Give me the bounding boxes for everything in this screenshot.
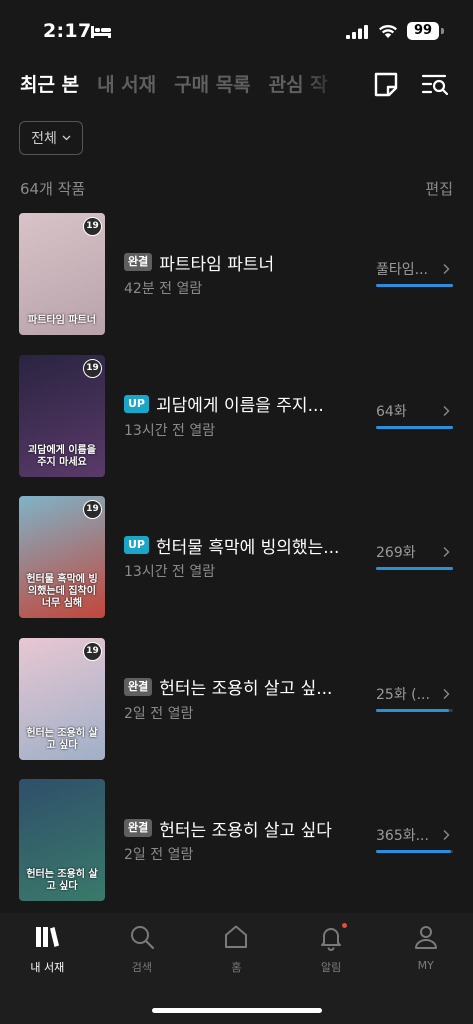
nav-label: 알림 [320, 961, 342, 974]
read-progress-bar [376, 284, 453, 287]
cover-title-art: 파트타임 파트너 [28, 315, 96, 326]
status-badge: UP [124, 394, 149, 413]
work-count: 64개 작품 [20, 180, 86, 198]
filter-label: 전체 [31, 131, 57, 147]
cover-title-art: 헌터물 흑막에 빙의했는데 집착이 너무 심해 [26, 574, 98, 609]
tab-recent[interactable]: 최근 본 [20, 68, 79, 102]
item-title-row: UP 괴담에게 이름을 주지... [124, 392, 354, 416]
chevron-right-icon [443, 688, 450, 699]
progress-label[interactable]: 25화 (... [376, 684, 436, 704]
item-title-row: 완결 헌터는 조용히 살고 싶... [124, 675, 354, 699]
library-tabs: 최근 본내 서재 구매 목록 관심 작 [20, 68, 340, 104]
battery-tip [441, 28, 444, 34]
cover-title-art: 헌터는 조용히 살고 싶다 [26, 727, 98, 751]
sort-search-icon[interactable] [421, 73, 449, 97]
status-badge: UP [124, 536, 149, 554]
read-progress-fill [376, 708, 450, 712]
read-progress-bar [376, 567, 453, 570]
battery-indicator: 99 [407, 22, 439, 40]
nav-label: 검색 [131, 961, 153, 974]
list-item[interactable]: 19 헌터물 흑막에 빙의했는데 집착이 너무 심해 UP 헌터물 흑막에 빙의… [0, 494, 473, 636]
status-badge: 완결 [124, 253, 153, 271]
library-icon [36, 927, 60, 947]
age-rating-badge: 19 [83, 500, 102, 519]
age-rating-badge: 19 [83, 358, 102, 378]
list-item[interactable]: 헌터는 조용히 살고 싶다 완결 헌터는 조용히 살고 싶다 2일 전 열람 3… [0, 777, 473, 919]
read-progress-bar [376, 850, 453, 853]
cover-title-art: 헌터는 조용히 살고 싶다 [26, 869, 98, 892]
cover-thumbnail[interactable]: 19 괴담에게 이름을 주지 마세요 [19, 354, 105, 477]
chevron-down-icon [62, 135, 71, 141]
last-viewed-time: 42분 전 열람 [124, 281, 203, 297]
cover-title-art: 괴담에게 이름을 주지 마세요 [28, 444, 96, 468]
nav-label: 홈 [231, 961, 242, 974]
read-progress-fill [376, 850, 451, 853]
recent-list: 19 파트타임 파트너 완결 파트타임 파트너 42분 전 열람 풀타임... … [0, 211, 473, 919]
progress-label[interactable]: 269화 [376, 542, 436, 562]
nav-label: 내 서재 [30, 961, 65, 974]
status-badge: 완결 [124, 819, 153, 837]
chevron-right-icon [443, 547, 450, 557]
item-title-row: 완결 헌터는 조용히 살고 싶다 [124, 816, 354, 841]
edit-button[interactable]: 편집 [425, 178, 453, 199]
item-title-row: 완결 파트타임 파트너 [124, 250, 354, 275]
tab-my-library[interactable]: 내 서재 [97, 68, 156, 102]
item-title: 헌터는 조용히 살고 싶... [159, 679, 333, 699]
progress-label[interactable]: 풀타임... [376, 259, 436, 279]
search-icon [130, 926, 154, 950]
last-viewed-time: 2일 전 열람 [124, 705, 194, 722]
progress-label[interactable]: 365화... [376, 825, 436, 845]
cover-thumbnail[interactable]: 헌터는 조용히 살고 싶다 [19, 779, 105, 901]
bell-icon [321, 928, 342, 951]
filter-dropdown[interactable]: 전체 [19, 121, 83, 155]
nav-home[interactable]: 홈 [189, 913, 284, 983]
nav-notifications[interactable]: 알림 [284, 913, 379, 983]
wifi-icon [379, 24, 397, 38]
tabs-fade-overlay [300, 66, 345, 106]
notification-dot [341, 923, 347, 928]
home-indicator [152, 1008, 322, 1013]
last-viewed-time: 13시간 전 열람 [124, 564, 216, 580]
read-progress-bar [376, 708, 453, 712]
item-title: 헌터물 흑막에 빙의했는... [156, 537, 340, 558]
tab-purchases[interactable]: 구매 목록 [174, 68, 251, 102]
read-progress-fill [376, 567, 453, 570]
age-rating-badge: 19 [83, 641, 102, 661]
read-progress-fill [376, 425, 453, 429]
list-item[interactable]: 19 파트타임 파트너 완결 파트타임 파트너 42분 전 열람 풀타임... [0, 211, 473, 353]
chevron-right-icon [443, 830, 450, 840]
read-progress-bar [376, 425, 453, 429]
item-title: 헌터는 조용히 살고 싶다 [159, 820, 332, 841]
progress-label[interactable]: 64화 [376, 401, 436, 421]
cover-thumbnail[interactable]: 19 헌터는 조용히 살고 싶다 [19, 637, 105, 760]
person-icon [414, 926, 437, 949]
list-item[interactable]: 19 괴담에게 이름을 주지 마세요 UP 괴담에게 이름을 주지... 13시… [0, 353, 473, 495]
last-viewed-time: 2일 전 열람 [124, 847, 194, 863]
cover-thumbnail[interactable]: 19 파트타임 파트너 [19, 213, 105, 335]
item-title: 괴담에게 이름을 주지... [156, 396, 324, 416]
item-title-row: UP 헌터물 흑막에 빙의했는... [124, 533, 354, 558]
sleep-focus-icon [91, 26, 111, 38]
item-title: 파트타임 파트너 [159, 254, 275, 275]
list-item[interactable]: 19 헌터는 조용히 살고 싶다 완결 헌터는 조용히 살고 싶... 2일 전… [0, 636, 473, 778]
home-icon [225, 925, 248, 948]
status-bar: 2:17 99 [0, 0, 473, 60]
last-viewed-time: 13시간 전 열람 [124, 422, 216, 439]
read-progress-fill [376, 284, 453, 287]
chevron-right-icon [443, 264, 450, 274]
nav-label: MY [417, 959, 434, 972]
cellular-signal-icon [346, 25, 368, 39]
cover-thumbnail[interactable]: 19 헌터물 흑막에 빙의했는데 집착이 너무 심해 [19, 496, 105, 618]
nav-my[interactable]: MY [378, 913, 473, 983]
status-time: 2:17 [43, 20, 92, 42]
memo-icon[interactable] [373, 71, 399, 99]
age-rating-badge: 19 [83, 217, 102, 236]
nav-search[interactable]: 검색 [95, 913, 190, 983]
nav-library[interactable]: 내 서재 [0, 913, 95, 983]
chevron-right-icon [443, 405, 450, 416]
status-badge: 완결 [124, 677, 153, 696]
